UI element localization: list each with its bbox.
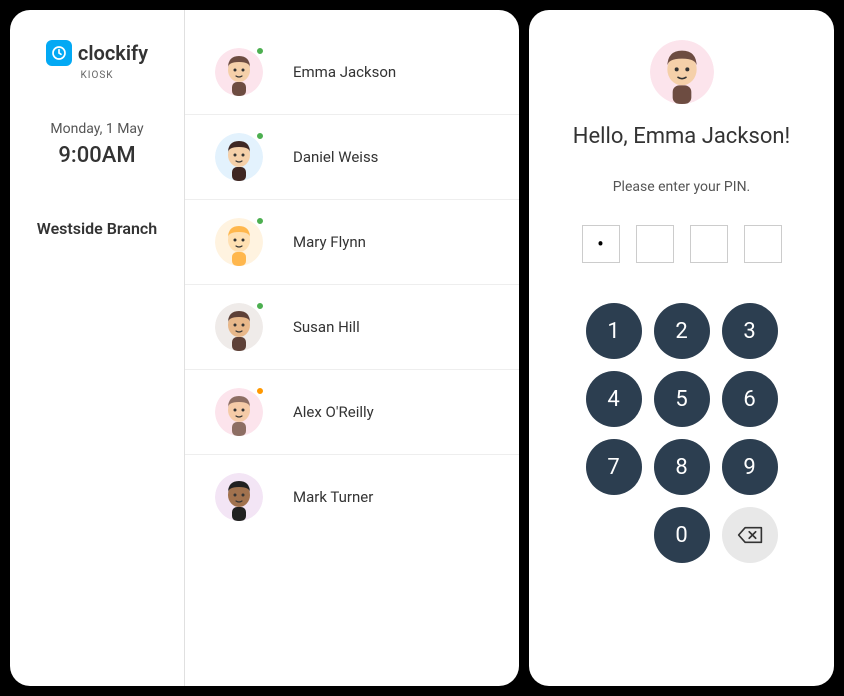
numeric-keypad: 123 456 7890 (586, 303, 778, 563)
status-indicator-icon (255, 131, 265, 141)
avatar-wrap (215, 303, 263, 351)
greeting-text: Hello, Emma Jackson! (573, 124, 790, 149)
brand-name: clockify (78, 41, 148, 65)
selected-user-avatar (650, 40, 714, 104)
avatar (215, 218, 263, 266)
avatar (215, 48, 263, 96)
status-indicator-icon (255, 216, 265, 226)
avatar (215, 473, 263, 521)
user-name: Mark Turner (293, 488, 373, 506)
user-row[interactable]: Alex O'Reilly (185, 370, 519, 455)
keypad-digit-3[interactable]: 3 (722, 303, 778, 359)
keypad-digit-7[interactable]: 7 (586, 439, 642, 495)
user-name: Alex O'Reilly (293, 403, 374, 421)
keypad-digit-2[interactable]: 2 (654, 303, 710, 359)
keypad-digit-5[interactable]: 5 (654, 371, 710, 427)
current-time: 9:00AM (58, 143, 135, 168)
keypad-digit-0[interactable]: 0 (654, 507, 710, 563)
avatar-wrap (215, 133, 263, 181)
user-name: Emma Jackson (293, 63, 396, 81)
keypad-digit-1[interactable]: 1 (586, 303, 642, 359)
keypad-digit-8[interactable]: 8 (654, 439, 710, 495)
avatar-wrap (215, 388, 263, 436)
avatar-wrap (215, 473, 263, 521)
status-indicator-icon (255, 301, 265, 311)
avatar-wrap (215, 48, 263, 96)
keypad-spacer (586, 507, 642, 563)
status-indicator-icon (255, 386, 265, 396)
kiosk-sublabel: KIOSK (80, 70, 113, 81)
user-list: Emma Jackson Daniel Weiss Mary Flynn (185, 10, 519, 686)
keypad-digit-9[interactable]: 9 (722, 439, 778, 495)
sidebar: clockify KIOSK Monday, 1 May 9:00AM West… (10, 10, 185, 686)
user-name: Daniel Weiss (293, 148, 378, 166)
pin-digit-box (690, 225, 728, 263)
avatar-wrap (215, 218, 263, 266)
pin-digit-box (744, 225, 782, 263)
kiosk-panel: clockify KIOSK Monday, 1 May 9:00AM West… (10, 10, 519, 686)
user-name: Mary Flynn (293, 233, 366, 251)
backspace-button[interactable] (722, 507, 778, 563)
current-date: Monday, 1 May (50, 121, 143, 137)
user-name: Susan Hill (293, 318, 360, 336)
pin-entry-panel: Hello, Emma Jackson! Please enter your P… (529, 10, 834, 686)
branch-name: Westside Branch (37, 218, 157, 240)
user-row[interactable]: Mark Turner (185, 455, 519, 539)
avatar (215, 133, 263, 181)
clockify-icon (46, 40, 72, 66)
user-row[interactable]: Mary Flynn (185, 200, 519, 285)
keypad-digit-6[interactable]: 6 (722, 371, 778, 427)
avatar (215, 303, 263, 351)
keypad-digit-4[interactable]: 4 (586, 371, 642, 427)
backspace-icon (737, 525, 763, 545)
pin-instruction: Please enter your PIN. (613, 179, 751, 195)
avatar (215, 388, 263, 436)
status-indicator-icon (255, 46, 265, 56)
pin-digit-box (636, 225, 674, 263)
user-row[interactable]: Susan Hill (185, 285, 519, 370)
user-row[interactable]: Daniel Weiss (185, 115, 519, 200)
pin-digit-box: • (582, 225, 620, 263)
brand-logo: clockify (46, 40, 148, 66)
pin-input-boxes: • (582, 225, 782, 263)
user-row[interactable]: Emma Jackson (185, 30, 519, 115)
